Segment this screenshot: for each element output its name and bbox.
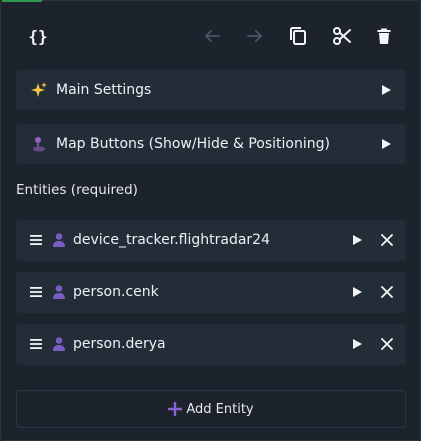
drag-handle-icon[interactable] xyxy=(29,232,43,248)
code-braces-icon: {} xyxy=(28,26,48,46)
map-buttons-label: Map Buttons (Show/Hide & Positioning) xyxy=(56,136,330,152)
top-accent-bar xyxy=(2,0,42,2)
expand-arrow-icon[interactable] xyxy=(378,136,394,152)
redo-button[interactable] xyxy=(241,22,269,50)
arrow-right-icon xyxy=(247,30,262,42)
main-settings-label: Main Settings xyxy=(56,82,152,98)
expand-arrow-icon[interactable] xyxy=(350,337,364,351)
person-icon xyxy=(53,337,65,351)
add-entity-button[interactable]: Add Entity xyxy=(16,390,406,428)
entity-row[interactable]: person.cenk xyxy=(16,272,406,313)
entity-label: person.derya xyxy=(73,336,166,352)
entity-row[interactable]: person.derya xyxy=(16,324,406,365)
copy-button[interactable] xyxy=(284,22,312,50)
entity-row[interactable]: device_tracker.flightradar24 xyxy=(16,220,406,261)
expand-arrow-icon[interactable] xyxy=(350,233,364,247)
entity-label: person.cenk xyxy=(73,284,159,300)
trash-icon xyxy=(377,28,391,44)
joystick-icon xyxy=(33,137,45,152)
cut-button[interactable] xyxy=(328,22,356,50)
drag-handle-icon[interactable] xyxy=(29,284,43,300)
undo-button[interactable] xyxy=(198,22,226,50)
add-entity-label: Add Entity xyxy=(186,401,254,417)
arrow-left-icon xyxy=(205,30,220,42)
main-settings-panel[interactable]: Main Settings xyxy=(16,70,406,110)
plus-icon xyxy=(168,402,183,416)
map-buttons-panel[interactable]: Map Buttons (Show/Hide & Positioning) xyxy=(16,124,406,164)
copy-icon xyxy=(290,27,306,45)
scissors-icon xyxy=(333,27,351,45)
expand-arrow-icon[interactable] xyxy=(378,82,394,98)
toolbar: {} xyxy=(0,14,421,58)
close-icon[interactable] xyxy=(380,285,394,299)
expand-arrow-icon[interactable] xyxy=(350,285,364,299)
drag-handle-icon[interactable] xyxy=(29,336,43,352)
code-editor-button[interactable]: {} xyxy=(24,22,52,50)
sparkles-icon xyxy=(31,82,47,97)
delete-button[interactable] xyxy=(370,22,398,50)
person-icon xyxy=(53,285,65,299)
person-icon xyxy=(53,233,65,247)
close-icon[interactable] xyxy=(380,337,394,351)
close-icon[interactable] xyxy=(380,233,394,247)
entity-label: device_tracker.flightradar24 xyxy=(73,232,270,248)
entities-section-title: Entities (required) xyxy=(16,182,138,198)
